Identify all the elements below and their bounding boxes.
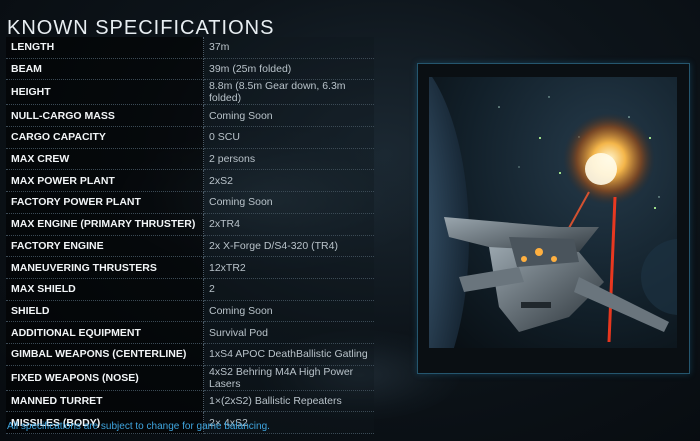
spec-label: MANEUVERING THRUSTERS (6, 256, 204, 279)
spec-value: Coming Soon (203, 300, 374, 323)
spec-label: FACTORY ENGINE (6, 235, 204, 258)
spec-value: 2 persons (203, 148, 374, 171)
disclaimer-note: All specifications are subject to change… (7, 421, 270, 432)
spec-label: MAX SHIELD (6, 278, 204, 301)
spec-row: SHIELD Coming Soon (6, 300, 374, 323)
spec-row: MAX POWER PLANT 2xS2 (6, 169, 374, 193)
ship-image-frame (417, 63, 690, 374)
spec-value: 8.8m (8.5m Gear down, 6.3m folded) (203, 79, 374, 106)
spec-row: CARGO CAPACITY 0 SCU (6, 126, 374, 149)
ship-artwork[interactable] (429, 77, 677, 348)
spec-value: Survival Pod (203, 321, 374, 344)
spec-label: MAX ENGINE (PRIMARY THRUSTER) (6, 213, 204, 236)
spec-row: FACTORY ENGINE 2x X-Forge D/S4-320 (TR4) (6, 235, 374, 258)
spec-value: 2 (203, 278, 374, 301)
spec-label: HEIGHT (6, 79, 204, 106)
spec-value: 12xTR2 (203, 256, 374, 279)
spec-value: 0 SCU (203, 126, 374, 149)
spec-value: Coming Soon (203, 104, 374, 128)
spec-label: MAX CREW (6, 148, 204, 171)
spec-value: 37m (203, 37, 374, 59)
spaceship-combat-icon (429, 77, 677, 348)
spec-row: BEAM 39m (25m folded) (6, 58, 374, 81)
spec-row: MAX ENGINE (PRIMARY THRUSTER) 2xTR4 (6, 213, 374, 236)
spec-row: MAX CREW 2 persons (6, 148, 374, 171)
spec-label: ADDITIONAL EQUIPMENT (6, 321, 204, 344)
spec-label: GIMBAL WEAPONS (CENTERLINE) (6, 343, 204, 366)
spec-value: 1×(2xS2) Ballistic Repeaters (203, 390, 374, 413)
spec-label: FIXED WEAPONS (NOSE) (6, 365, 204, 391)
spec-value: 39m (25m folded) (203, 58, 374, 81)
spec-row: MAX SHIELD 2 (6, 278, 374, 301)
spec-label: NULL-CARGO MASS (6, 104, 204, 128)
spec-label: MANNED TURRET (6, 390, 204, 413)
spec-value: Coming Soon (203, 191, 374, 214)
specifications-table: LENGTH 37m BEAM 39m (25m folded) HEIGHT 8.8m … (6, 37, 374, 434)
spec-label: SHIELD (6, 300, 204, 323)
spec-row: HEIGHT 8.8m (8.5m Gear down, 6.3m folded) (6, 79, 374, 106)
spec-row: FIXED WEAPONS (NOSE) 4xS2 Behring M4A Hig… (6, 365, 374, 391)
spec-row: GIMBAL WEAPONS (CENTERLINE) 1xS4 APOC Dea… (6, 343, 374, 366)
spec-row: ADDITIONAL EQUIPMENT Survival Pod (6, 321, 374, 344)
spec-value: 4xS2 Behring M4A High Power Lasers (203, 365, 374, 391)
spec-label: LENGTH (6, 37, 204, 59)
spec-label: CARGO CAPACITY (6, 126, 204, 149)
spec-row: FACTORY POWER PLANT Coming Soon (6, 191, 374, 214)
spec-row: MANEUVERING THRUSTERS 12xTR2 (6, 256, 374, 279)
spec-label: BEAM (6, 58, 204, 81)
spec-value: 2xS2 (203, 169, 374, 193)
spec-value: 1xS4 APOC DeathBallistic Gatling (203, 343, 374, 366)
spec-value: 2x X-Forge D/S4-320 (TR4) (203, 235, 374, 258)
spec-row: MANNED TURRET 1×(2xS2) Ballistic Repeater… (6, 390, 374, 413)
spec-label: MAX POWER PLANT (6, 169, 204, 193)
spec-row: NULL-CARGO MASS Coming Soon (6, 104, 374, 128)
spec-row: LENGTH 37m (6, 37, 374, 59)
spec-value: 2xTR4 (203, 213, 374, 236)
spec-label: FACTORY POWER PLANT (6, 191, 204, 214)
